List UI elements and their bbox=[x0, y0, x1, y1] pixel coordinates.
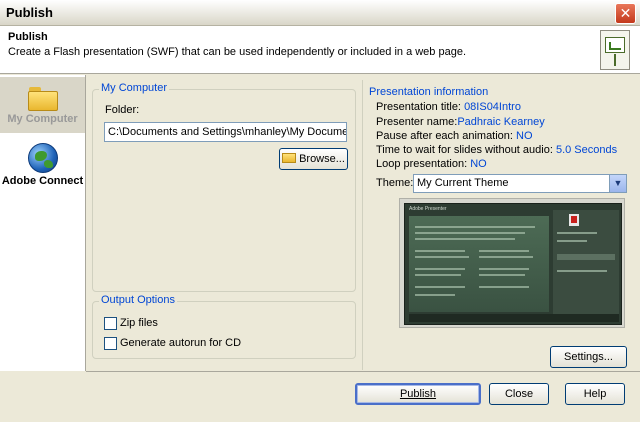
generate-autorun-label: Generate autorun for CD bbox=[120, 337, 242, 349]
info-label: Time to wait for slides without audio: bbox=[376, 144, 556, 156]
presenter-name-value: Padhraic Kearney bbox=[457, 116, 545, 128]
preview-player-frame: Adobe Presenter bbox=[404, 203, 622, 325]
nav-item-my-computer[interactable]: My Computer bbox=[0, 77, 85, 133]
preview-playback-bar bbox=[409, 314, 619, 322]
info-label: Loop presentation: bbox=[376, 158, 471, 170]
folder-label: Folder: bbox=[105, 104, 140, 116]
chevron-down-icon[interactable]: ▼ bbox=[609, 175, 626, 192]
header-title: Publish bbox=[8, 31, 48, 43]
output-options-legend: Output Options bbox=[99, 294, 177, 306]
my-computer-group: My Computer Folder: C:\Documents and Set… bbox=[92, 82, 356, 292]
help-button[interactable]: Help bbox=[565, 383, 625, 405]
adobe-logo-icon bbox=[569, 214, 579, 226]
pause-animation-value: NO bbox=[516, 130, 533, 142]
publish-button-label: Publish bbox=[399, 388, 437, 400]
presentation-board-icon bbox=[600, 30, 630, 70]
folder-path-input[interactable]: C:\Documents and Settings\mhanley\My Doc… bbox=[104, 122, 347, 142]
close-button[interactable]: Close bbox=[489, 383, 549, 405]
loop-presentation-row: Loop presentation: NO bbox=[376, 158, 487, 170]
my-computer-legend: My Computer bbox=[99, 82, 170, 94]
info-label: Pause after each animation: bbox=[376, 130, 517, 142]
pause-animation-row: Pause after each animation: NO bbox=[376, 130, 533, 142]
presentation-info-heading: Presentation information bbox=[369, 86, 489, 98]
folder-open-icon bbox=[282, 153, 297, 163]
publish-target-nav: My Computer Adobe Connect bbox=[0, 75, 86, 371]
theme-label: Theme: bbox=[376, 177, 414, 189]
zip-files-label: Zip files bbox=[120, 317, 158, 329]
footer-divider bbox=[86, 371, 640, 372]
presenter-name-row: Presenter name:Padhraic Kearney bbox=[376, 116, 545, 128]
title-bar: Publish ✕ bbox=[0, 0, 640, 26]
generate-autorun-checkbox[interactable] bbox=[104, 337, 117, 350]
nav-item-adobe-connect[interactable]: Adobe Connect bbox=[0, 139, 85, 191]
zip-files-checkbox[interactable] bbox=[104, 317, 117, 330]
window-title: Publish bbox=[6, 5, 53, 20]
nav-item-label: Adobe Connect bbox=[1, 175, 84, 187]
theme-select[interactable]: My Current Theme ▼ bbox=[413, 174, 627, 193]
browse-button[interactable]: Browse... bbox=[279, 148, 348, 170]
wait-time-row: Time to wait for slides without audio: 5… bbox=[376, 144, 617, 156]
presentation-title-value: 08IS04Intro bbox=[464, 101, 521, 113]
close-window-button[interactable]: ✕ bbox=[615, 3, 636, 24]
publish-button[interactable]: Publish bbox=[355, 383, 481, 405]
wait-time-value: 5.0 Seconds bbox=[555, 144, 618, 156]
theme-preview: Adobe Presenter bbox=[399, 198, 625, 328]
header-description: Create a Flash presentation (SWF) that c… bbox=[8, 46, 466, 58]
nav-item-label: My Computer bbox=[7, 113, 78, 125]
preview-sidebar bbox=[553, 210, 619, 314]
settings-button[interactable]: Settings... bbox=[550, 346, 627, 368]
browse-button-label: Browse... bbox=[299, 153, 345, 165]
presentation-info-panel: Presentation information Presentation ti… bbox=[362, 80, 632, 370]
info-label: Presenter name: bbox=[376, 116, 458, 128]
info-label: Presentation title: bbox=[376, 101, 465, 113]
folder-icon bbox=[27, 87, 58, 111]
preview-player-title: Adobe Presenter bbox=[409, 206, 447, 212]
theme-select-value: My Current Theme bbox=[417, 177, 509, 189]
header-band: Publish Create a Flash presentation (SWF… bbox=[0, 26, 640, 74]
globe-icon bbox=[27, 143, 58, 173]
output-options-group: Output Options Zip files Generate autoru… bbox=[92, 294, 356, 359]
loop-presentation-value: NO bbox=[470, 158, 487, 170]
presentation-title-row: Presentation title: 08IS04Intro bbox=[376, 101, 521, 113]
preview-slide bbox=[409, 216, 549, 312]
